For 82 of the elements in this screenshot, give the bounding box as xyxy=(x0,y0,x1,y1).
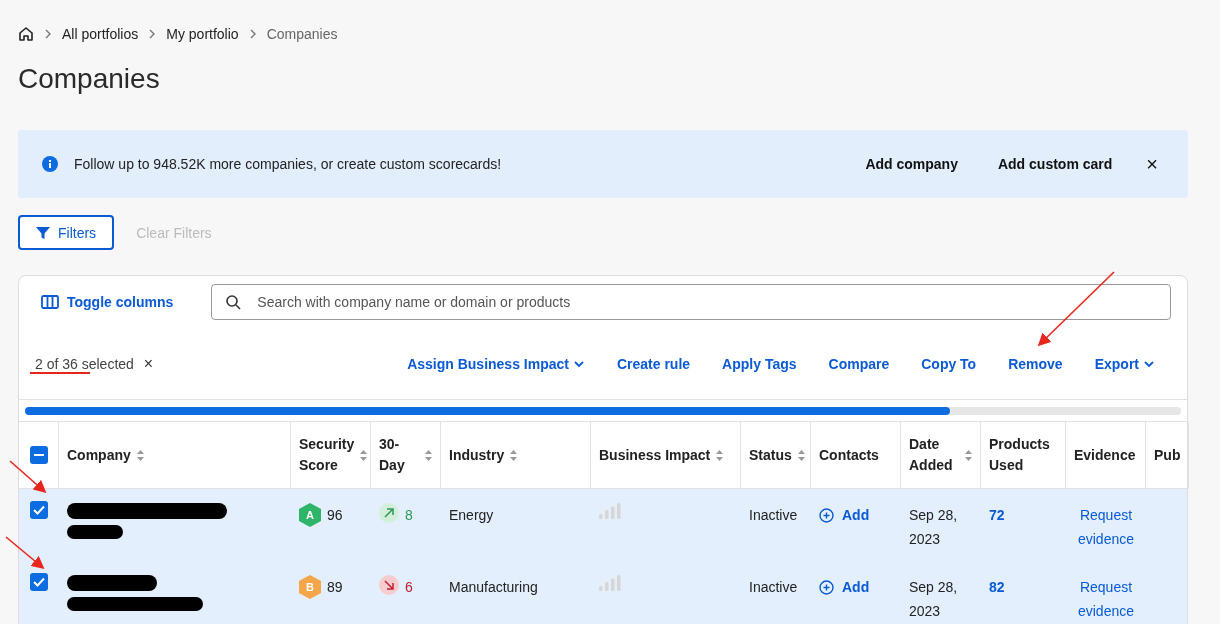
filters-button[interactable]: Filters xyxy=(18,215,115,250)
add-contact-button[interactable]: Add xyxy=(819,575,870,599)
banner-action[interactable]: Add custom card xyxy=(985,156,1125,172)
scrollbar-thumb[interactable] xyxy=(25,406,950,415)
industry: Energy xyxy=(449,506,494,525)
table-row[interactable]: A 96 8 Energy Inactive Add Sep 28, 2023 72 Request evidence xyxy=(19,489,1187,561)
bulk-action-button[interactable]: Create rule xyxy=(600,355,707,372)
check-icon xyxy=(33,505,45,515)
products-used-link[interactable]: 82 xyxy=(989,575,1005,599)
columns-icon xyxy=(41,295,59,309)
horizontal-scrollbar[interactable] xyxy=(25,406,1181,415)
banner-action[interactable]: Add company xyxy=(853,156,970,172)
column-header: Industry xyxy=(449,445,505,465)
chevron-icon xyxy=(44,29,52,39)
banner-message: Follow up to 948.52K more companies, or create custom scorecards! xyxy=(74,156,503,172)
column-header: Date Added xyxy=(909,435,954,475)
score-change: 6 xyxy=(405,578,413,597)
sort-icon[interactable] xyxy=(136,449,144,461)
sort-icon[interactable] xyxy=(510,449,518,461)
close-button[interactable]: × xyxy=(1140,152,1164,176)
selection-count: 2 of 36 selected xyxy=(35,355,134,372)
row-checkbox[interactable] xyxy=(30,573,48,591)
plus-circle-icon xyxy=(819,579,834,595)
column-header: Security Score xyxy=(299,435,355,475)
bulk-action-button[interactable]: Compare xyxy=(812,355,906,372)
grade-badge: A xyxy=(299,503,321,527)
industry: Manufacturing xyxy=(449,578,538,597)
impact-bars-icon xyxy=(599,503,621,519)
page-title: Companies xyxy=(18,62,161,96)
bulk-action-button[interactable]: Copy To xyxy=(905,355,993,372)
column-header: Products Used xyxy=(989,435,1051,475)
bulk-action-button[interactable]: Assign Business Impact xyxy=(391,355,601,372)
clear-selection-button[interactable]: × xyxy=(137,353,160,374)
request-evidence-link[interactable]: Request evidence xyxy=(1074,575,1138,623)
home-icon[interactable] xyxy=(18,26,34,42)
chevron-icon xyxy=(248,29,257,39)
status: Inactive xyxy=(749,506,798,525)
date-added: Sep 28, 2023 xyxy=(909,578,959,621)
breadcrumb-link[interactable]: My portfolio xyxy=(166,26,239,42)
bulk-action-button[interactable]: Export xyxy=(1078,355,1171,372)
sort-icon[interactable] xyxy=(360,449,368,461)
info-icon xyxy=(42,156,58,172)
search-field[interactable]: Search with company name or domain or products xyxy=(211,284,1171,320)
breadcrumb-link[interactable]: All portfolios xyxy=(62,26,139,42)
security-score: 96 xyxy=(327,506,343,525)
sort-icon[interactable] xyxy=(716,449,724,461)
table-row[interactable]: B 89 6 Manufacturing Inactive Add Sep 28, 2023 82 Request evidence xyxy=(19,561,1187,624)
annotation-underline xyxy=(30,372,90,374)
column-header: Pub xyxy=(1154,445,1181,465)
products-used-link[interactable]: 72 xyxy=(989,503,1005,527)
request-evidence-link[interactable]: Request evidence xyxy=(1074,503,1138,551)
score-change: 8 xyxy=(405,506,413,525)
chevron-icon xyxy=(148,29,157,39)
column-header: 30-Day xyxy=(379,435,406,475)
security-score: 89 xyxy=(327,578,343,597)
date-added: Sep 28, 2023 xyxy=(909,506,959,549)
column-header: Contacts xyxy=(819,445,879,465)
status: Inactive xyxy=(749,578,798,597)
annotation-arrow xyxy=(6,537,44,569)
column-header: Company xyxy=(67,445,131,465)
toggle-columns-button[interactable]: Toggle columns xyxy=(35,293,180,311)
plus-circle-icon xyxy=(819,507,834,523)
sort-icon[interactable] xyxy=(425,449,432,461)
sort-icon[interactable] xyxy=(965,449,972,461)
funnel-icon xyxy=(36,225,50,240)
annotation-arrow xyxy=(10,461,46,493)
minus-icon xyxy=(32,453,45,457)
column-header: Evidence xyxy=(1074,445,1136,465)
column-header: Status xyxy=(749,445,792,465)
search-icon xyxy=(226,294,242,310)
sort-icon[interactable] xyxy=(797,449,805,461)
add-contact-button[interactable]: Add xyxy=(819,503,870,527)
select-all-checkbox[interactable] xyxy=(29,446,48,464)
redaction-mark xyxy=(67,525,123,539)
breadcrumb-link[interactable]: Companies xyxy=(266,26,338,42)
check-icon xyxy=(33,577,45,587)
bulk-action-button[interactable]: Apply Tags xyxy=(706,355,813,372)
bulk-action-button[interactable]: Remove xyxy=(992,355,1079,372)
grade-badge: B xyxy=(299,575,321,599)
column-header: Business Impact xyxy=(599,445,711,465)
impact-bars-icon xyxy=(599,575,621,591)
row-checkbox[interactable] xyxy=(30,501,48,519)
